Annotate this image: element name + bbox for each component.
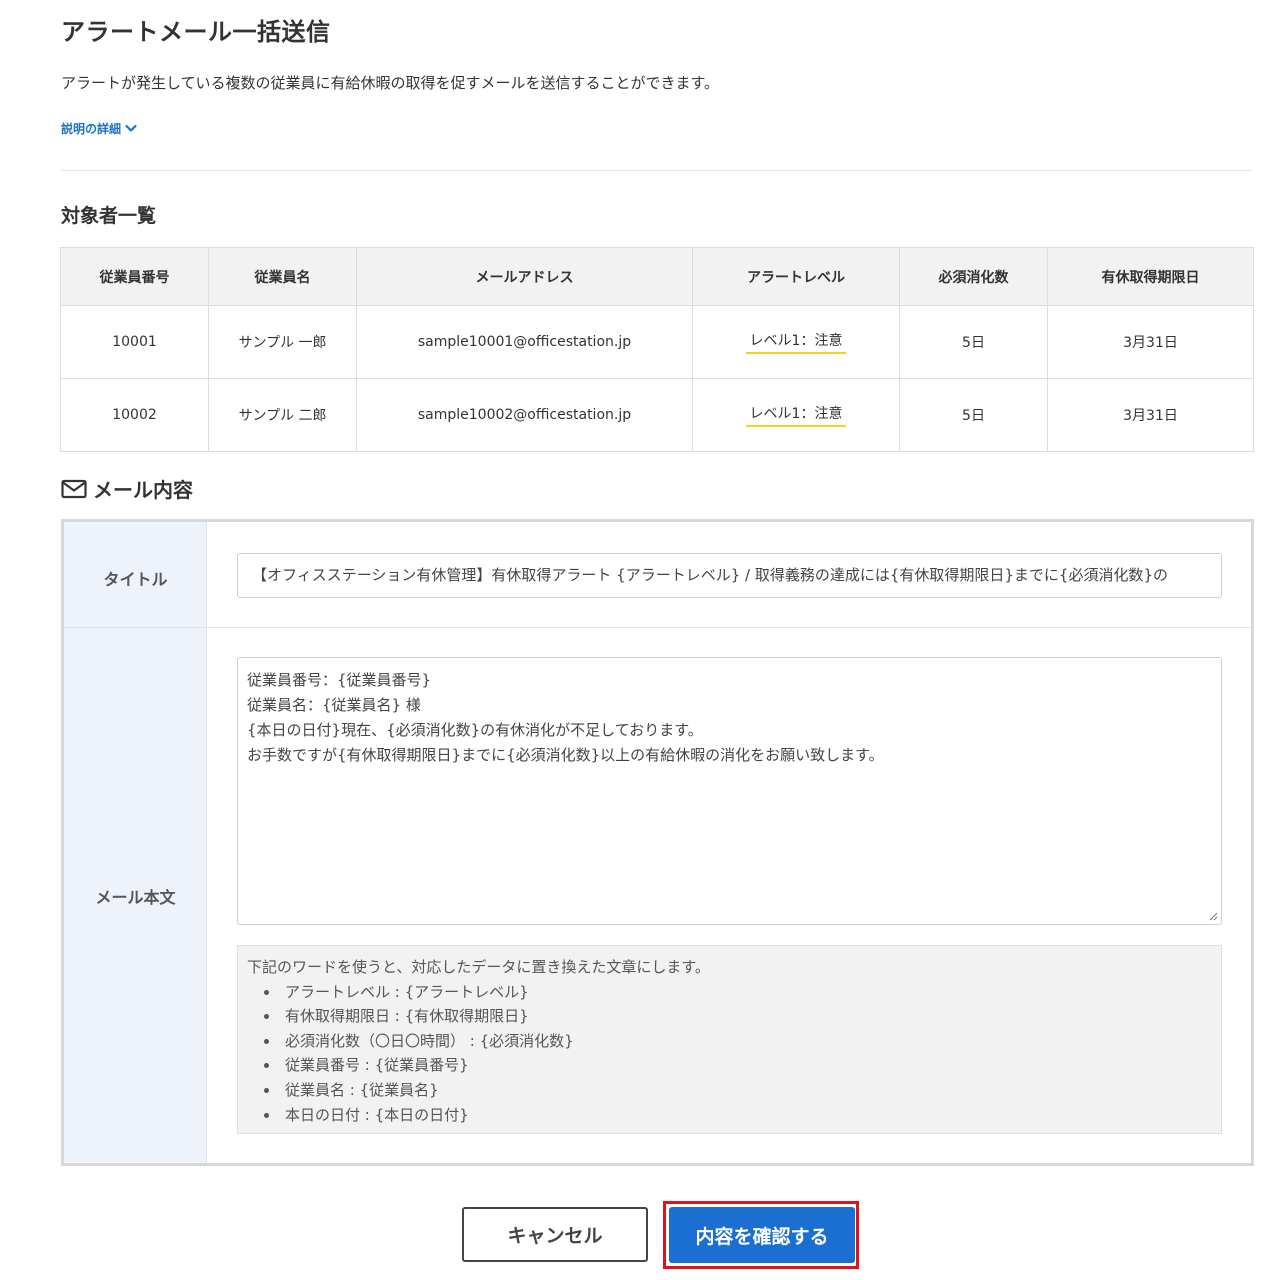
mail-title-input[interactable]: 【オフィスステーション有休管理】有休取得アラート {アラートレベル} / 取得義… bbox=[237, 553, 1222, 598]
hint-intro: 下記のワードを使うと、対応したデータに置き換えた文章にします。 bbox=[247, 958, 710, 976]
details-link-label: 説明の詳細 bbox=[61, 122, 122, 136]
mail-body-text: 従業員番号：{従業員番号} 従業員名：{従業員名} 様 {本日の日付}現在、{必… bbox=[247, 671, 884, 764]
email-cell: sample10001@officestation.jp bbox=[356, 305, 693, 379]
required-days-cell: 5日 bbox=[899, 305, 1048, 379]
page-description: アラートが発生している複数の従業員に有給休暇の取得を促すメールを送信することがで… bbox=[61, 74, 720, 92]
required-days-cell: 5日 bbox=[899, 378, 1048, 452]
column-header-deadline: 有休取得期限日 bbox=[1047, 247, 1254, 306]
column-header-required-days: 必須消化数 bbox=[899, 247, 1048, 306]
table-row: 10002 サンプル 二郎 sample10002@officestation.… bbox=[60, 378, 1254, 452]
employee-name-cell: サンプル 一郎 bbox=[208, 305, 357, 379]
resize-handle-icon[interactable] bbox=[1209, 912, 1218, 921]
hint-list: アラートレベル : {アラートレベル} 有休取得期限日 : {有休取得期限日} … bbox=[247, 980, 1212, 1128]
cancel-button[interactable]: キャンセル bbox=[462, 1207, 648, 1262]
list-item: アラートレベル : {アラートレベル} bbox=[247, 980, 1212, 1005]
column-header-email: メールアドレス bbox=[356, 247, 693, 306]
mail-form: タイトル 【オフィスステーション有休管理】有休取得アラート {アラートレベル} … bbox=[61, 519, 1254, 1166]
list-item: 従業員名 : {従業員名} bbox=[247, 1078, 1212, 1103]
targets-section-title: 対象者一覧 bbox=[61, 205, 157, 227]
placeholder-hint-box: 下記のワードを使うと、対応したデータに置き換えた文章にします。 アラートレベル … bbox=[237, 945, 1222, 1134]
table-row: 10001 サンプル 一郎 sample10001@officestation.… bbox=[60, 305, 1254, 379]
page-title: アラートメール一括送信 bbox=[61, 18, 331, 46]
alert-level-cell: レベル1：注意 bbox=[692, 378, 900, 452]
column-header-employee-name: 従業員名 bbox=[208, 247, 357, 306]
title-label: タイトル bbox=[103, 570, 168, 589]
divider bbox=[61, 170, 1252, 171]
chevron-down-icon bbox=[125, 124, 137, 132]
employee-number-cell: 10002 bbox=[60, 378, 209, 452]
targets-table: 従業員番号 従業員名 メールアドレス アラートレベル 必須消化数 有休取得期限日… bbox=[60, 247, 1254, 452]
employee-name-cell: サンプル 二郎 bbox=[208, 378, 357, 452]
list-item: 従業員番号 : {従業員番号} bbox=[247, 1053, 1212, 1078]
employee-number-cell: 10001 bbox=[60, 305, 209, 379]
mail-section-header: メール内容 bbox=[61, 474, 193, 503]
column-header-employee-number: 従業員番号 bbox=[60, 247, 209, 306]
deadline-cell: 3月31日 bbox=[1047, 378, 1254, 452]
list-item: 必須消化数（〇日〇時間） : {必須消化数} bbox=[247, 1029, 1212, 1054]
alert-level-badge: レベル1：注意 bbox=[745, 403, 847, 427]
body-label: メール本文 bbox=[95, 888, 176, 907]
details-link[interactable]: 説明の詳細 bbox=[61, 120, 137, 137]
mail-section-title: メール内容 bbox=[93, 478, 193, 502]
alert-level-badge: レベル1：注意 bbox=[745, 330, 847, 354]
email-cell: sample10002@officestation.jp bbox=[356, 378, 693, 452]
form-label-column bbox=[64, 522, 207, 1163]
deadline-cell: 3月31日 bbox=[1047, 305, 1254, 379]
mail-body-textarea[interactable]: 従業員番号：{従業員番号} 従業員名：{従業員名} 様 {本日の日付}現在、{必… bbox=[237, 657, 1222, 925]
table-header-row: 従業員番号 従業員名 メールアドレス アラートレベル 必須消化数 有休取得期限日 bbox=[60, 247, 1254, 306]
column-header-alert-level: アラートレベル bbox=[692, 247, 900, 306]
list-item: 有休取得期限日 : {有休取得期限日} bbox=[247, 1004, 1212, 1029]
envelope-icon bbox=[61, 479, 87, 498]
list-item: 本日の日付 : {本日の日付} bbox=[247, 1103, 1212, 1128]
form-row-divider bbox=[64, 627, 1251, 628]
confirm-button[interactable]: 内容を確認する bbox=[669, 1207, 855, 1263]
alert-level-cell: レベル1：注意 bbox=[692, 305, 900, 379]
